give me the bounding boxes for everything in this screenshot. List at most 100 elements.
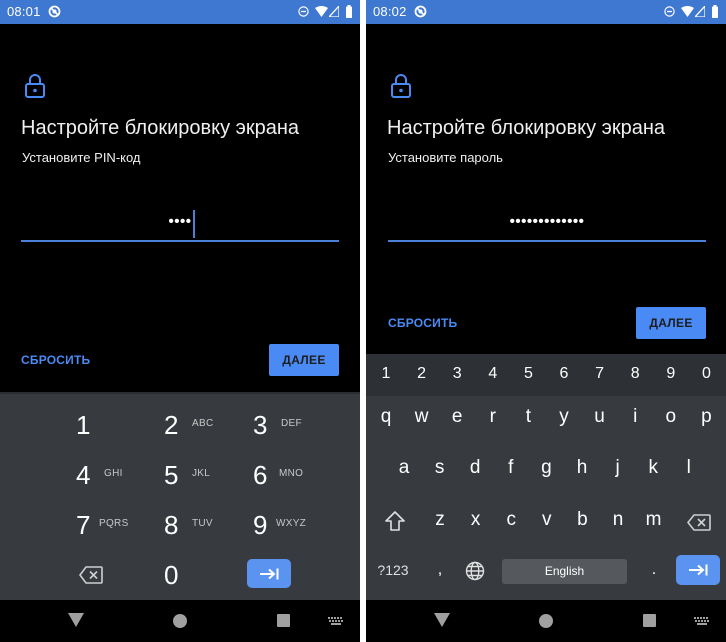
key-4[interactable]: 4 GHI [76, 454, 146, 500]
symbols-key[interactable]: ?123 [374, 562, 412, 578]
sync-off-icon [414, 5, 427, 18]
key-2[interactable]: 2 [404, 365, 440, 383]
tab-next-icon [689, 564, 708, 576]
next-button[interactable]: ДАЛЕЕ [636, 307, 706, 339]
backspace-icon [79, 566, 103, 584]
shift-icon[interactable] [384, 511, 406, 531]
key-7[interactable]: 7 [582, 365, 618, 383]
number-row: 1234567890 [366, 354, 726, 396]
keyboard-switch-icon[interactable] [328, 617, 344, 626]
qwerty-keyboard: 1234567890 qwertyuiop asdfghjkl zxcvbnm … [366, 354, 726, 600]
page-subtitle: Установите пароль [388, 150, 503, 165]
input-underline [388, 240, 706, 242]
sync-off-icon [48, 5, 61, 18]
key-9[interactable]: 9 [653, 365, 689, 383]
key-0[interactable]: 0 [164, 554, 194, 600]
key-5[interactable]: 5 JKL [164, 454, 234, 500]
key-5[interactable]: 5 [510, 365, 546, 383]
key-i[interactable]: i [617, 406, 653, 428]
lock-icon [25, 74, 45, 98]
key-p[interactable]: p [688, 406, 724, 428]
key-q[interactable]: q [368, 406, 404, 428]
key-j[interactable]: j [600, 457, 636, 479]
cell-signal-icon [329, 6, 339, 17]
enter-key[interactable] [676, 555, 720, 585]
key-0[interactable]: 0 [688, 365, 724, 383]
reset-button[interactable]: СБРОСИТЬ [21, 353, 90, 367]
key-2[interactable]: 2 ABC [164, 404, 234, 450]
key-1[interactable]: 1 [76, 404, 146, 450]
key-h[interactable]: h [564, 457, 600, 479]
key-z[interactable]: z [422, 509, 458, 531]
do-not-disturb-icon [298, 6, 309, 17]
status-bar: 08:01 [0, 0, 360, 24]
space-bar[interactable]: English [502, 559, 627, 584]
key-e[interactable]: e [439, 406, 475, 428]
navigation-bar [366, 600, 726, 642]
period-key[interactable]: . [636, 561, 672, 579]
wifi-icon [681, 6, 694, 17]
keyboard-switch-icon[interactable] [694, 617, 710, 626]
password-input[interactable]: ••••••••••••• [388, 200, 706, 244]
key-8[interactable]: 8 [617, 365, 653, 383]
key-a[interactable]: a [386, 457, 422, 479]
back-icon[interactable] [68, 613, 84, 627]
numeric-keypad: 1 2 ABC 3 DEF 4 GHI 5 JKL 6 MNO 7 PQRS 8… [0, 392, 360, 600]
recents-icon[interactable] [643, 614, 656, 627]
lock-icon [391, 74, 411, 98]
key-s[interactable]: s [422, 457, 458, 479]
key-b[interactable]: b [564, 509, 600, 531]
password-masked-value: ••••••••••••• [509, 213, 585, 230]
key-y[interactable]: y [546, 406, 582, 428]
key-6[interactable]: 6 [546, 365, 582, 383]
enter-key[interactable] [247, 559, 291, 588]
pin-masked-value: •••• [168, 213, 192, 230]
status-bar: 08:02 [366, 0, 726, 24]
key-o[interactable]: o [653, 406, 689, 428]
key-f[interactable]: f [493, 457, 529, 479]
home-icon[interactable] [539, 614, 553, 628]
battery-icon [712, 5, 718, 18]
key-w[interactable]: w [404, 406, 440, 428]
key-7[interactable]: 7 PQRS [76, 504, 146, 550]
home-icon[interactable] [173, 614, 187, 628]
key-t[interactable]: t [510, 406, 546, 428]
key-6[interactable]: 6 MNO [253, 454, 323, 500]
page-title: Настройте блокировку экрана [387, 117, 666, 139]
key-c[interactable]: c [493, 509, 529, 531]
key-n[interactable]: n [600, 509, 636, 531]
key-9[interactable]: 9 WXYZ [253, 504, 323, 550]
key-l[interactable]: l [671, 457, 707, 479]
navigation-bar [0, 600, 360, 642]
status-time: 08:01 [7, 4, 41, 19]
key-3[interactable]: 3 [439, 365, 475, 383]
backspace-key[interactable] [76, 554, 106, 600]
tab-next-icon [260, 568, 279, 579]
key-3[interactable]: 3 DEF [253, 404, 323, 450]
key-d[interactable]: d [457, 457, 493, 479]
key-v[interactable]: v [529, 509, 565, 531]
do-not-disturb-icon [664, 6, 675, 17]
password-setup-screen: 08:02 Настройте блокировку экрана Устано… [366, 0, 726, 642]
key-k[interactable]: k [635, 457, 671, 479]
key-r[interactable]: r [475, 406, 511, 428]
key-m[interactable]: m [636, 509, 672, 531]
globe-icon[interactable] [465, 561, 485, 581]
pin-input[interactable]: •••• [21, 200, 339, 244]
backspace-icon[interactable] [687, 514, 711, 531]
page-title: Настройте блокировку экрана [21, 117, 300, 139]
next-button[interactable]: ДАЛЕЕ [269, 344, 339, 376]
key-4[interactable]: 4 [475, 365, 511, 383]
pin-setup-screen: 08:01 Настройте блокировку экрана Устано… [0, 0, 360, 642]
comma-key[interactable]: , [422, 561, 458, 579]
back-icon[interactable] [434, 613, 450, 627]
recents-icon[interactable] [277, 614, 290, 627]
reset-button[interactable]: СБРОСИТЬ [388, 316, 457, 330]
key-8[interactable]: 8 TUV [164, 504, 234, 550]
input-underline [21, 240, 339, 242]
key-1[interactable]: 1 [368, 365, 404, 383]
key-g[interactable]: g [528, 457, 564, 479]
key-u[interactable]: u [582, 406, 618, 428]
status-time: 08:02 [373, 4, 407, 19]
key-x[interactable]: x [458, 509, 494, 531]
